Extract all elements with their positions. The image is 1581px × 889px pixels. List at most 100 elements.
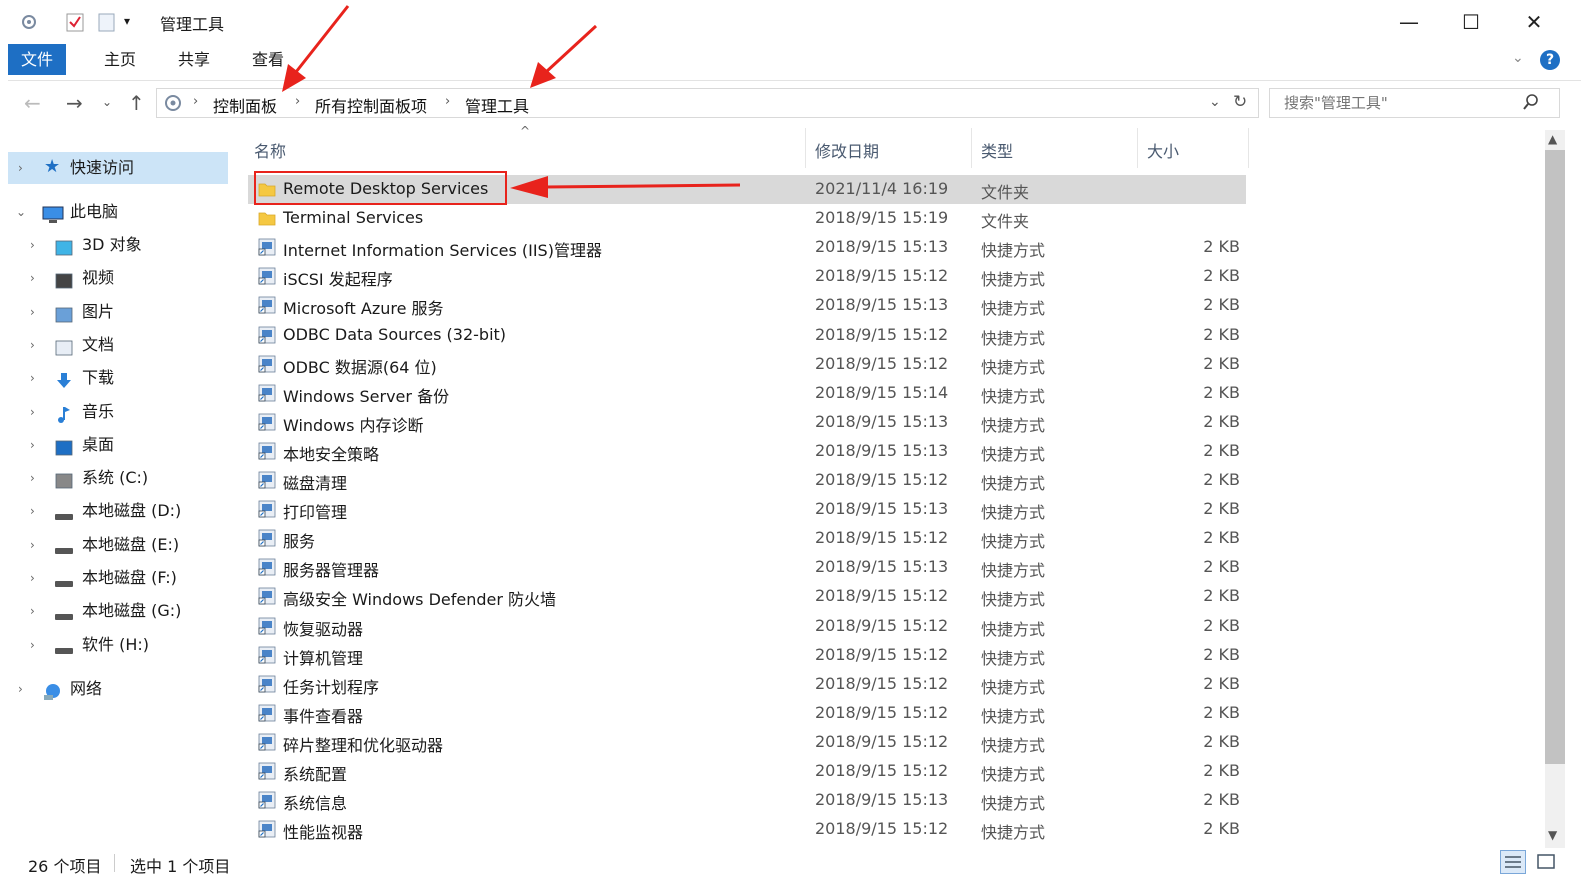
file-row[interactable]: 计算机管理 2018/9/15 15:12 快捷方式 2 KB xyxy=(248,641,1246,670)
nav-quick-access[interactable]: › ★ 快速访问 xyxy=(8,152,228,184)
chevron-right-icon[interactable]: › xyxy=(30,296,35,328)
file-row[interactable]: 高级安全 Windows Defender 防火墙 2018/9/15 15:12… xyxy=(248,582,1246,611)
column-header-date[interactable]: 修改日期 xyxy=(815,138,879,162)
nav-item[interactable]: › 本地磁盘 (F:) xyxy=(8,562,228,594)
nav-label: 音乐 xyxy=(82,401,115,421)
file-row[interactable]: 性能监视器 2018/9/15 15:12 快捷方式 2 KB xyxy=(248,815,1246,844)
refresh-icon[interactable]: ↻ xyxy=(1233,92,1247,112)
tab-file[interactable]: 文件 xyxy=(8,44,66,75)
nav-item[interactable]: › 图片 xyxy=(8,296,228,328)
nav-item[interactable]: › 下载 xyxy=(8,362,228,394)
nav-item[interactable]: › 本地磁盘 (E:) xyxy=(8,529,228,561)
expand-ribbon-icon[interactable]: ⌄ xyxy=(1512,50,1524,66)
file-row[interactable]: 磁盘清理 2018/9/15 15:12 快捷方式 2 KB xyxy=(248,466,1246,495)
column-divider[interactable] xyxy=(1137,128,1138,168)
nav-network[interactable]: › 网络 xyxy=(8,673,228,705)
chevron-down-icon[interactable]: ⌄ xyxy=(16,196,26,228)
large-icons-view-icon[interactable] xyxy=(1534,850,1558,874)
file-name: 性能监视器 xyxy=(283,823,364,843)
maximize-button[interactable]: ☐ xyxy=(1440,0,1502,44)
checkmark-icon[interactable] xyxy=(66,12,84,32)
nav-item[interactable]: › 系统 (C:) xyxy=(8,462,228,494)
file-row[interactable]: Windows 内存诊断 2018/9/15 15:13 快捷方式 2 KB xyxy=(248,408,1246,437)
file-row[interactable]: ODBC 数据源(64 位) 2018/9/15 15:12 快捷方式 2 KB xyxy=(248,350,1246,379)
file-row[interactable]: 事件查看器 2018/9/15 15:12 快捷方式 2 KB xyxy=(248,699,1246,728)
nav-label: 视频 xyxy=(82,268,115,288)
file-row[interactable]: 恢复驱动器 2018/9/15 15:12 快捷方式 2 KB xyxy=(248,612,1246,641)
nav-item[interactable]: › 本地磁盘 (D:) xyxy=(8,495,228,527)
scroll-thumb[interactable] xyxy=(1545,150,1565,764)
chevron-right-icon[interactable]: › xyxy=(30,329,35,361)
tab-share[interactable]: 共享 xyxy=(168,44,220,75)
breadcrumb-admin-tools[interactable]: 管理工具 xyxy=(465,93,529,117)
file-row[interactable]: 本地安全策略 2018/9/15 15:13 快捷方式 2 KB xyxy=(248,437,1246,466)
scroll-down-icon[interactable]: ▼ xyxy=(1548,828,1557,842)
chevron-right-icon[interactable]: › xyxy=(30,595,35,627)
customize-toolbar-icon[interactable]: ▾ xyxy=(124,14,142,34)
chevron-right-icon[interactable]: › xyxy=(30,429,35,461)
chevron-right-icon[interactable]: › xyxy=(30,529,35,561)
breadcrumb-all-items[interactable]: 所有控制面板项 xyxy=(315,93,427,117)
nav-item[interactable]: › 文档 xyxy=(8,329,228,361)
back-button[interactable]: ← xyxy=(24,91,41,115)
file-row[interactable]: Microsoft Azure 服务 2018/9/15 15:13 快捷方式 2 K… xyxy=(248,291,1246,320)
file-row[interactable]: Terminal Services 2018/9/15 15:19 文件夹 xyxy=(248,204,1246,233)
column-divider[interactable] xyxy=(805,128,806,168)
column-header-name[interactable]: 名称 xyxy=(254,138,286,162)
column-header-size[interactable]: 大小 xyxy=(1147,138,1179,162)
file-row[interactable]: 系统配置 2018/9/15 15:12 快捷方式 2 KB xyxy=(248,757,1246,786)
chevron-right-icon[interactable]: › xyxy=(30,495,35,527)
column-divider[interactable] xyxy=(971,128,972,168)
chevron-right-icon[interactable]: › xyxy=(30,262,35,294)
close-button[interactable]: ✕ xyxy=(1503,0,1565,44)
help-icon[interactable]: ? xyxy=(1540,50,1560,70)
address-dropdown-icon[interactable]: ⌄ xyxy=(1209,94,1221,110)
nav-item[interactable]: › 3D 对象 xyxy=(8,229,228,261)
chevron-right-icon[interactable]: › xyxy=(18,673,23,705)
file-row[interactable]: 任务计划程序 2018/9/15 15:12 快捷方式 2 KB xyxy=(248,670,1246,699)
search-input[interactable] xyxy=(1282,93,1516,113)
scroll-up-icon[interactable]: ▲ xyxy=(1548,132,1557,146)
chevron-right-icon[interactable]: › xyxy=(30,562,35,594)
nav-item[interactable]: › 音乐 xyxy=(8,396,228,428)
file-row[interactable]: 打印管理 2018/9/15 15:13 快捷方式 2 KB xyxy=(248,495,1246,524)
column-divider[interactable] xyxy=(1248,128,1249,168)
tab-home[interactable]: 主页 xyxy=(94,44,146,75)
file-row[interactable]: 碎片整理和优化驱动器 2018/9/15 15:12 快捷方式 2 KB xyxy=(248,728,1246,757)
file-row[interactable]: 服务 2018/9/15 15:12 快捷方式 2 KB xyxy=(248,524,1246,553)
breadcrumb-control-panel[interactable]: 控制面板 xyxy=(213,93,277,117)
address-bar[interactable]: › 控制面板 › 所有控制面板项 › 管理工具 ⌄ ↻ xyxy=(156,88,1259,118)
search-icon[interactable] xyxy=(1522,93,1540,115)
recent-locations-button[interactable]: ⌄ xyxy=(102,95,112,109)
properties-icon[interactable] xyxy=(20,12,38,32)
file-row[interactable]: 系统信息 2018/9/15 15:13 快捷方式 2 KB xyxy=(248,786,1246,815)
nav-item[interactable]: › 桌面 xyxy=(8,429,228,461)
new-folder-icon[interactable] xyxy=(98,12,116,32)
chevron-right-icon[interactable]: › xyxy=(30,362,35,394)
nav-item[interactable]: › 视频 xyxy=(8,262,228,294)
file-row[interactable]: iSCSI 发起程序 2018/9/15 15:12 快捷方式 2 KB xyxy=(248,262,1246,291)
chevron-right-icon[interactable]: › xyxy=(30,462,35,494)
details-view-icon[interactable] xyxy=(1500,850,1526,874)
nav-this-pc[interactable]: ⌄ 此电脑 xyxy=(8,196,228,228)
shortcut-icon xyxy=(258,733,276,751)
file-row[interactable]: Windows Server 备份 2018/9/15 15:14 快捷方式 2 KB xyxy=(248,379,1246,408)
chevron-right-icon[interactable]: › xyxy=(30,396,35,428)
3d-objects-icon xyxy=(54,236,74,256)
file-row[interactable]: ODBC Data Sources (32-bit) 2018/9/15 15:1… xyxy=(248,321,1246,350)
forward-button[interactable]: → xyxy=(66,91,83,115)
chevron-right-icon[interactable]: › xyxy=(18,152,23,184)
column-header-type[interactable]: 类型 xyxy=(981,138,1013,162)
chevron-right-icon[interactable]: › xyxy=(30,629,35,661)
nav-item[interactable]: › 软件 (H:) xyxy=(8,629,228,661)
file-row[interactable]: Remote Desktop Services 2021/11/4 16:19 文件… xyxy=(248,175,1246,204)
file-row[interactable]: 服务器管理器 2018/9/15 15:13 快捷方式 2 KB xyxy=(248,553,1246,582)
tab-view[interactable]: 查看 xyxy=(242,44,294,75)
file-row[interactable]: Internet Information Services (IIS)管理器 20… xyxy=(248,233,1246,262)
nav-item[interactable]: › 本地磁盘 (G:) xyxy=(8,595,228,627)
chevron-right-icon[interactable]: › xyxy=(30,229,35,261)
file-size: 2 KB xyxy=(1203,528,1240,548)
minimize-button[interactable]: — xyxy=(1378,0,1440,44)
vertical-scrollbar[interactable]: ▲ ▼ xyxy=(1545,130,1565,848)
up-button[interactable]: ↑ xyxy=(128,91,145,115)
